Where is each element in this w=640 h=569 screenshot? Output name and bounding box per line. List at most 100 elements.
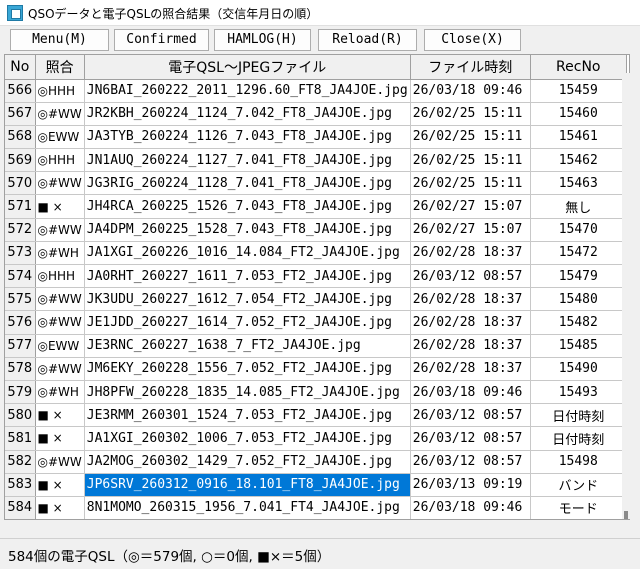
cell-recno[interactable]: 15459	[530, 79, 627, 103]
cell-time[interactable]: 26/03/12 08:57	[410, 426, 531, 451]
table-row[interactable]: 583 ■ × JP6SRV_260312_0916_18.101_FT8_JA4J…	[5, 473, 627, 497]
cell-time[interactable]: 26/02/25 15:11	[410, 102, 531, 126]
cell-time[interactable]: 26/02/28 18:37	[410, 310, 531, 335]
column-header-recno[interactable]: RecNo	[530, 55, 627, 80]
cell-no[interactable]: 577	[5, 334, 36, 358]
table-row[interactable]: 575 ◎#WW JK3UDU_260227_1612_7.054_FT2_JA4J…	[5, 287, 627, 312]
cell-file[interactable]: JN1AUQ_260224_1127_7.041_FT8_JA4JOE.jpg	[84, 148, 411, 173]
cell-match[interactable]: ■ ×	[35, 426, 85, 451]
cell-recno[interactable]: 15479	[530, 264, 627, 289]
cell-file[interactable]: JR2KBH_260224_1124_7.042_FT8_JA4JOE.jpg	[84, 102, 411, 126]
cell-no[interactable]: 579	[5, 380, 36, 405]
cell-time[interactable]: 26/02/25 15:11	[410, 125, 531, 150]
table-row[interactable]: 578 ◎#WW JM6EKY_260228_1556_7.052_FT2_JA4J…	[5, 357, 627, 381]
cell-no[interactable]: 574	[5, 264, 36, 289]
table-row[interactable]: 569 ◎HHH JN1AUQ_260224_1127_7.041_FT8_JA4J…	[5, 148, 627, 173]
cell-recno[interactable]: 15463	[530, 171, 627, 196]
cell-match[interactable]: ◎HHH	[35, 148, 85, 173]
cell-no[interactable]: 583	[5, 473, 36, 497]
cell-no[interactable]: 580	[5, 403, 36, 428]
cell-recno[interactable]: 15462	[530, 148, 627, 173]
reload-button[interactable]: Reload(R)	[318, 29, 417, 51]
cell-recno[interactable]: 15480	[530, 287, 627, 312]
cell-recno[interactable]: 15485	[530, 334, 627, 358]
table-row[interactable]: 571 ■ × JH4RCA_260225_1526_7.043_FT8_JA4JO…	[5, 194, 627, 219]
results-grid[interactable]: No 照合 電子QSL～JPEGファイル ファイル時刻 RecNo 566 ◎HH…	[4, 54, 630, 520]
close-button[interactable]: Close(X)	[424, 29, 521, 51]
cell-match[interactable]: ◎#WH	[35, 241, 85, 266]
cell-recno[interactable]: 15470	[530, 218, 627, 242]
cell-no[interactable]: 581	[5, 426, 36, 451]
table-row[interactable]: 579 ◎#WH JH8PFW_260228_1835_14.085_FT2_JA4…	[5, 380, 627, 405]
cell-recno[interactable]: 日付時刻	[530, 403, 627, 428]
cell-file[interactable]: JA3TYB_260224_1126_7.043_FT8_JA4JOE.jpg	[84, 125, 411, 150]
vertical-scrollbar[interactable]	[622, 73, 630, 519]
cell-file[interactable]: JK3UDU_260227_1612_7.054_FT2_JA4JOE.jpg	[84, 287, 411, 312]
cell-match[interactable]: ◎#WW	[35, 102, 85, 126]
cell-file[interactable]: JA4DPM_260225_1528_7.043_FT8_JA4JOE.jpg	[84, 218, 411, 242]
cell-recno[interactable]: 15460	[530, 102, 627, 126]
table-row[interactable]: 580 ■ × JE3RMM_260301_1524_7.053_FT2_JA4JO…	[5, 403, 627, 428]
cell-file[interactable]: JA1XGI_260302_1006_7.053_FT2_JA4JOE.jpg	[84, 426, 411, 451]
cell-no[interactable]: 568	[5, 125, 36, 150]
cell-file[interactable]: JA1XGI_260226_1016_14.084_FT2_JA4JOE.jpg	[84, 241, 411, 266]
table-row[interactable]: 581 ■ × JA1XGI_260302_1006_7.053_FT2_JA4JO…	[5, 426, 627, 451]
cell-time[interactable]: 26/02/25 15:11	[410, 148, 531, 173]
cell-match[interactable]: ◎#WW	[35, 171, 85, 196]
cell-recno[interactable]: 15482	[530, 310, 627, 335]
table-row[interactable]: 566 ◎HHH JN6BAI_260222_2011_1296.60_FT8_JA…	[5, 79, 627, 103]
cell-no[interactable]: 578	[5, 357, 36, 381]
cell-time[interactable]: 26/02/28 18:37	[410, 241, 531, 266]
cell-no[interactable]: 584	[5, 496, 36, 519]
table-row[interactable]: 570 ◎#WW JG3RIG_260224_1128_7.041_FT8_JA4J…	[5, 171, 627, 196]
cell-time[interactable]: 26/02/27 15:07	[410, 218, 531, 242]
table-row[interactable]: 572 ◎#WW JA4DPM_260225_1528_7.043_FT8_JA4J…	[5, 218, 627, 242]
cell-no[interactable]: 576	[5, 310, 36, 335]
cell-no[interactable]: 572	[5, 218, 36, 242]
cell-time[interactable]: 26/03/18 09:46	[410, 79, 531, 103]
cell-time[interactable]: 26/03/12 08:57	[410, 264, 531, 289]
column-header-no[interactable]: No	[5, 55, 36, 80]
cell-time[interactable]: 26/02/27 15:07	[410, 194, 531, 219]
cell-no[interactable]: 571	[5, 194, 36, 219]
cell-match[interactable]: ◎#WW	[35, 218, 85, 242]
cell-time[interactable]: 26/03/12 08:57	[410, 450, 531, 474]
table-row[interactable]: 573 ◎#WH JA1XGI_260226_1016_14.084_FT2_JA4…	[5, 241, 627, 266]
confirmed-button[interactable]: Confirmed	[114, 29, 209, 51]
cell-recno[interactable]: 無し	[530, 194, 627, 219]
cell-recno[interactable]: 15493	[530, 380, 627, 405]
cell-match[interactable]: ◎#WW	[35, 450, 85, 474]
cell-recno[interactable]: 日付時刻	[530, 426, 627, 451]
cell-file[interactable]: JG3RIG_260224_1128_7.041_FT8_JA4JOE.jpg	[84, 171, 411, 196]
cell-time[interactable]: 26/03/12 08:57	[410, 403, 531, 428]
cell-no[interactable]: 582	[5, 450, 36, 474]
table-row[interactable]: 574 ◎HHH JA0RHT_260227_1611_7.053_FT2_JA4J…	[5, 264, 627, 289]
cell-match[interactable]: ■ ×	[35, 403, 85, 428]
cell-match[interactable]: ◎HHH	[35, 79, 85, 103]
cell-file[interactable]: JE1JDD_260227_1614_7.052_FT2_JA4JOE.jpg	[84, 310, 411, 335]
table-row[interactable]: 582 ◎#WW JA2MOG_260302_1429_7.052_FT2_JA4J…	[5, 450, 627, 474]
cell-file[interactable]: 8N1MOMO_260315_1956_7.041_FT4_JA4JOE.jpg	[84, 496, 411, 519]
column-header-time[interactable]: ファイル時刻	[410, 55, 531, 80]
cell-recno[interactable]: 15472	[530, 241, 627, 266]
cell-file[interactable]: JA0RHT_260227_1611_7.053_FT2_JA4JOE.jpg	[84, 264, 411, 289]
cell-no[interactable]: 575	[5, 287, 36, 312]
table-row[interactable]: 576 ◎#WW JE1JDD_260227_1614_7.052_FT2_JA4J…	[5, 310, 627, 335]
cell-time[interactable]: 26/02/28 18:37	[410, 357, 531, 381]
cell-recno[interactable]: モード	[530, 496, 627, 519]
table-row[interactable]: 567 ◎#WW JR2KBH_260224_1124_7.042_FT8_JA4J…	[5, 102, 627, 126]
cell-file[interactable]: JH4RCA_260225_1526_7.043_FT8_JA4JOE.jpg	[84, 194, 411, 219]
cell-no[interactable]: 573	[5, 241, 36, 266]
cell-time[interactable]: 26/03/13 09:19	[410, 473, 531, 497]
cell-recno[interactable]: 15461	[530, 125, 627, 150]
scrollbar-thumb[interactable]	[624, 511, 628, 519]
cell-recno[interactable]: 15490	[530, 357, 627, 381]
cell-no[interactable]: 567	[5, 102, 36, 126]
cell-recno[interactable]: バンド	[530, 473, 627, 497]
cell-match[interactable]: ■ ×	[35, 473, 85, 497]
table-row[interactable]: 568 ◎EWW JA3TYB_260224_1126_7.043_FT8_JA4J…	[5, 125, 627, 150]
hamlog-button[interactable]: HAMLOG(H)	[214, 29, 311, 51]
cell-time[interactable]: 26/02/28 18:37	[410, 334, 531, 358]
cell-match[interactable]: ◎#WW	[35, 287, 85, 312]
cell-match[interactable]: ◎#WW	[35, 357, 85, 381]
